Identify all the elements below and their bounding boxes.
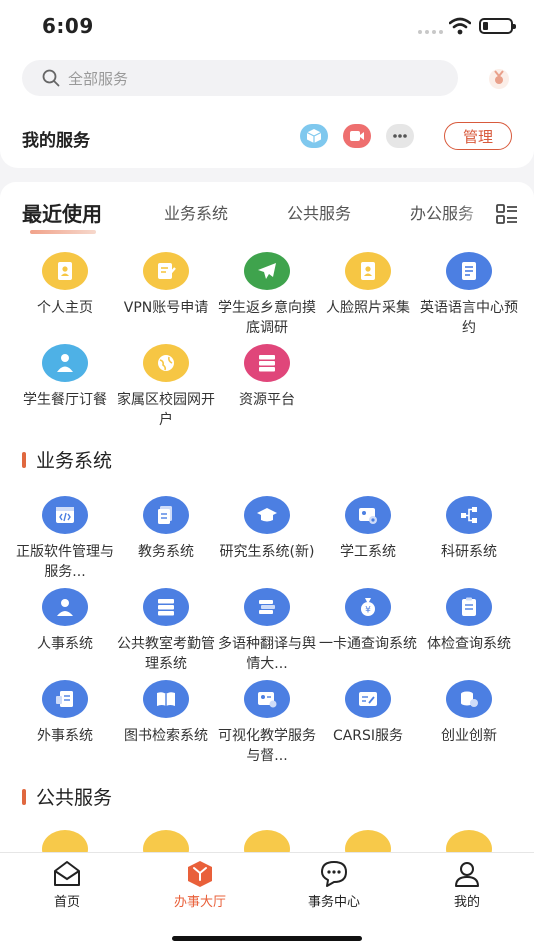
tab-bar: 最近使用 业务系统 公共服务 办公服务 (0, 182, 534, 238)
business-item[interactable]: 创业创新 (419, 680, 519, 766)
signal-icon (418, 30, 443, 34)
cube-box-icon (188, 861, 212, 887)
plane-icon (244, 252, 290, 290)
status-bar: 6:09 (0, 0, 534, 52)
recent-item[interactable]: 英语语言中心预约 (419, 252, 519, 338)
tab-business[interactable]: 业务系统 (164, 200, 228, 224)
business-item[interactable]: 多语种翻译与舆情大... (217, 588, 317, 674)
public-service-icon[interactable] (143, 830, 189, 852)
bottom-nav: 首页 办事大厅 事务中心 我的 (0, 852, 534, 950)
server-icon (143, 588, 189, 626)
card-edit-icon (345, 680, 391, 718)
wifi-icon (449, 17, 471, 35)
public-service-icon[interactable] (345, 830, 391, 852)
business-item[interactable]: 研究生系统(新) (217, 496, 317, 582)
public-service-icon[interactable] (42, 830, 88, 852)
top-header: 全部服务 我的服务 管理 (0, 52, 534, 168)
nav-mine[interactable]: 我的 (427, 859, 507, 910)
svg-text:¥: ¥ (365, 606, 371, 616)
business-item[interactable]: 学工系统 (318, 496, 418, 582)
home-mail-icon (54, 861, 80, 886)
tab-indicator (30, 230, 96, 234)
code-window-icon (42, 496, 88, 534)
box-icon (306, 129, 322, 143)
video-icon (350, 131, 364, 141)
id-settings-icon (345, 496, 391, 534)
service-panel: 最近使用 业务系统 公共服务 办公服务 个人主页 VPN账号申请 学生返乡意向摸… (0, 182, 534, 852)
server-icon (244, 344, 290, 382)
tab-recent[interactable]: 最近使用 (22, 198, 102, 227)
form-icon (446, 252, 492, 290)
id-card-icon (42, 252, 88, 290)
business-section-header: 业务系统 (22, 446, 112, 473)
business-section-title: 业务系统 (36, 450, 113, 472)
nav-affairs-center[interactable]: 事务中心 (294, 859, 374, 910)
graduation-cap-icon (244, 496, 290, 534)
money-bag-icon: ¥ (345, 588, 391, 626)
section-marker (22, 451, 26, 468)
home-indicator (172, 936, 362, 941)
more-services-button[interactable] (386, 124, 414, 148)
business-item[interactable]: 外事系统 (15, 680, 115, 766)
recent-item[interactable]: 学生返乡意向摸底调研 (217, 252, 317, 338)
business-item[interactable]: 体检查询系统 (419, 588, 519, 674)
clipboard-icon (446, 588, 492, 626)
search-placeholder: 全部服务 (68, 70, 129, 88)
user-icon (455, 862, 479, 887)
my-services-title: 我的服务 (22, 131, 90, 151)
public-section-header: 公共服务 (22, 783, 112, 810)
search-bar[interactable]: 全部服务 (22, 60, 458, 96)
tab-public[interactable]: 公共服务 (287, 200, 351, 224)
recent-item[interactable]: 资源平台 (217, 344, 317, 430)
documents-icon (143, 496, 189, 534)
business-item[interactable]: 人事系统 (15, 588, 115, 674)
more-icon (393, 134, 407, 138)
foreign-doc-icon (42, 680, 88, 718)
id-card-badge-icon (244, 680, 290, 718)
globe-icon (143, 344, 189, 382)
my-service-video[interactable] (343, 124, 371, 148)
manage-button[interactable]: 管理 (444, 122, 512, 150)
chat-bubble-icon (321, 861, 347, 887)
my-service-box[interactable] (300, 124, 328, 148)
business-item[interactable]: ¥ 一卡通查询系统 (318, 588, 418, 674)
business-item[interactable]: 正版软件管理与服务... (15, 496, 115, 582)
business-item[interactable]: 可视化教学服务与督... (217, 680, 317, 766)
coins-icon (446, 680, 492, 718)
books-icon (244, 588, 290, 626)
network-icon (446, 496, 492, 534)
recent-item[interactable]: 家属区校园网开户 (116, 344, 216, 430)
public-section-title: 公共服务 (36, 787, 113, 809)
recent-item[interactable]: 学生餐厅订餐 (15, 344, 115, 430)
chef-icon (42, 344, 88, 382)
edit-doc-icon (143, 252, 189, 290)
recent-item[interactable]: 个人主页 (15, 252, 115, 338)
search-icon (42, 69, 60, 87)
nav-service-hall[interactable]: 办事大厅 (160, 859, 240, 910)
section-marker (22, 788, 26, 805)
status-time: 6:09 (42, 14, 94, 38)
nav-home[interactable]: 首页 (27, 859, 107, 910)
id-card-icon (345, 252, 391, 290)
recent-item[interactable]: VPN账号申请 (116, 252, 216, 338)
grid-list-icon[interactable] (496, 204, 518, 224)
business-item[interactable]: 公共教室考勤管理系统 (116, 588, 216, 674)
business-item[interactable]: 教务系统 (116, 496, 216, 582)
recent-item[interactable]: 人脸照片采集 (318, 252, 418, 338)
public-service-icon[interactable] (446, 830, 492, 852)
battery-icon (479, 18, 516, 34)
public-service-icon[interactable] (244, 830, 290, 852)
business-item[interactable]: 科研系统 (419, 496, 519, 582)
medal-icon[interactable] (486, 66, 512, 92)
business-item[interactable]: 图书检索系统 (116, 680, 216, 766)
open-book-icon (143, 680, 189, 718)
business-item[interactable]: CARSI服务 (318, 680, 418, 766)
person-icon (42, 588, 88, 626)
